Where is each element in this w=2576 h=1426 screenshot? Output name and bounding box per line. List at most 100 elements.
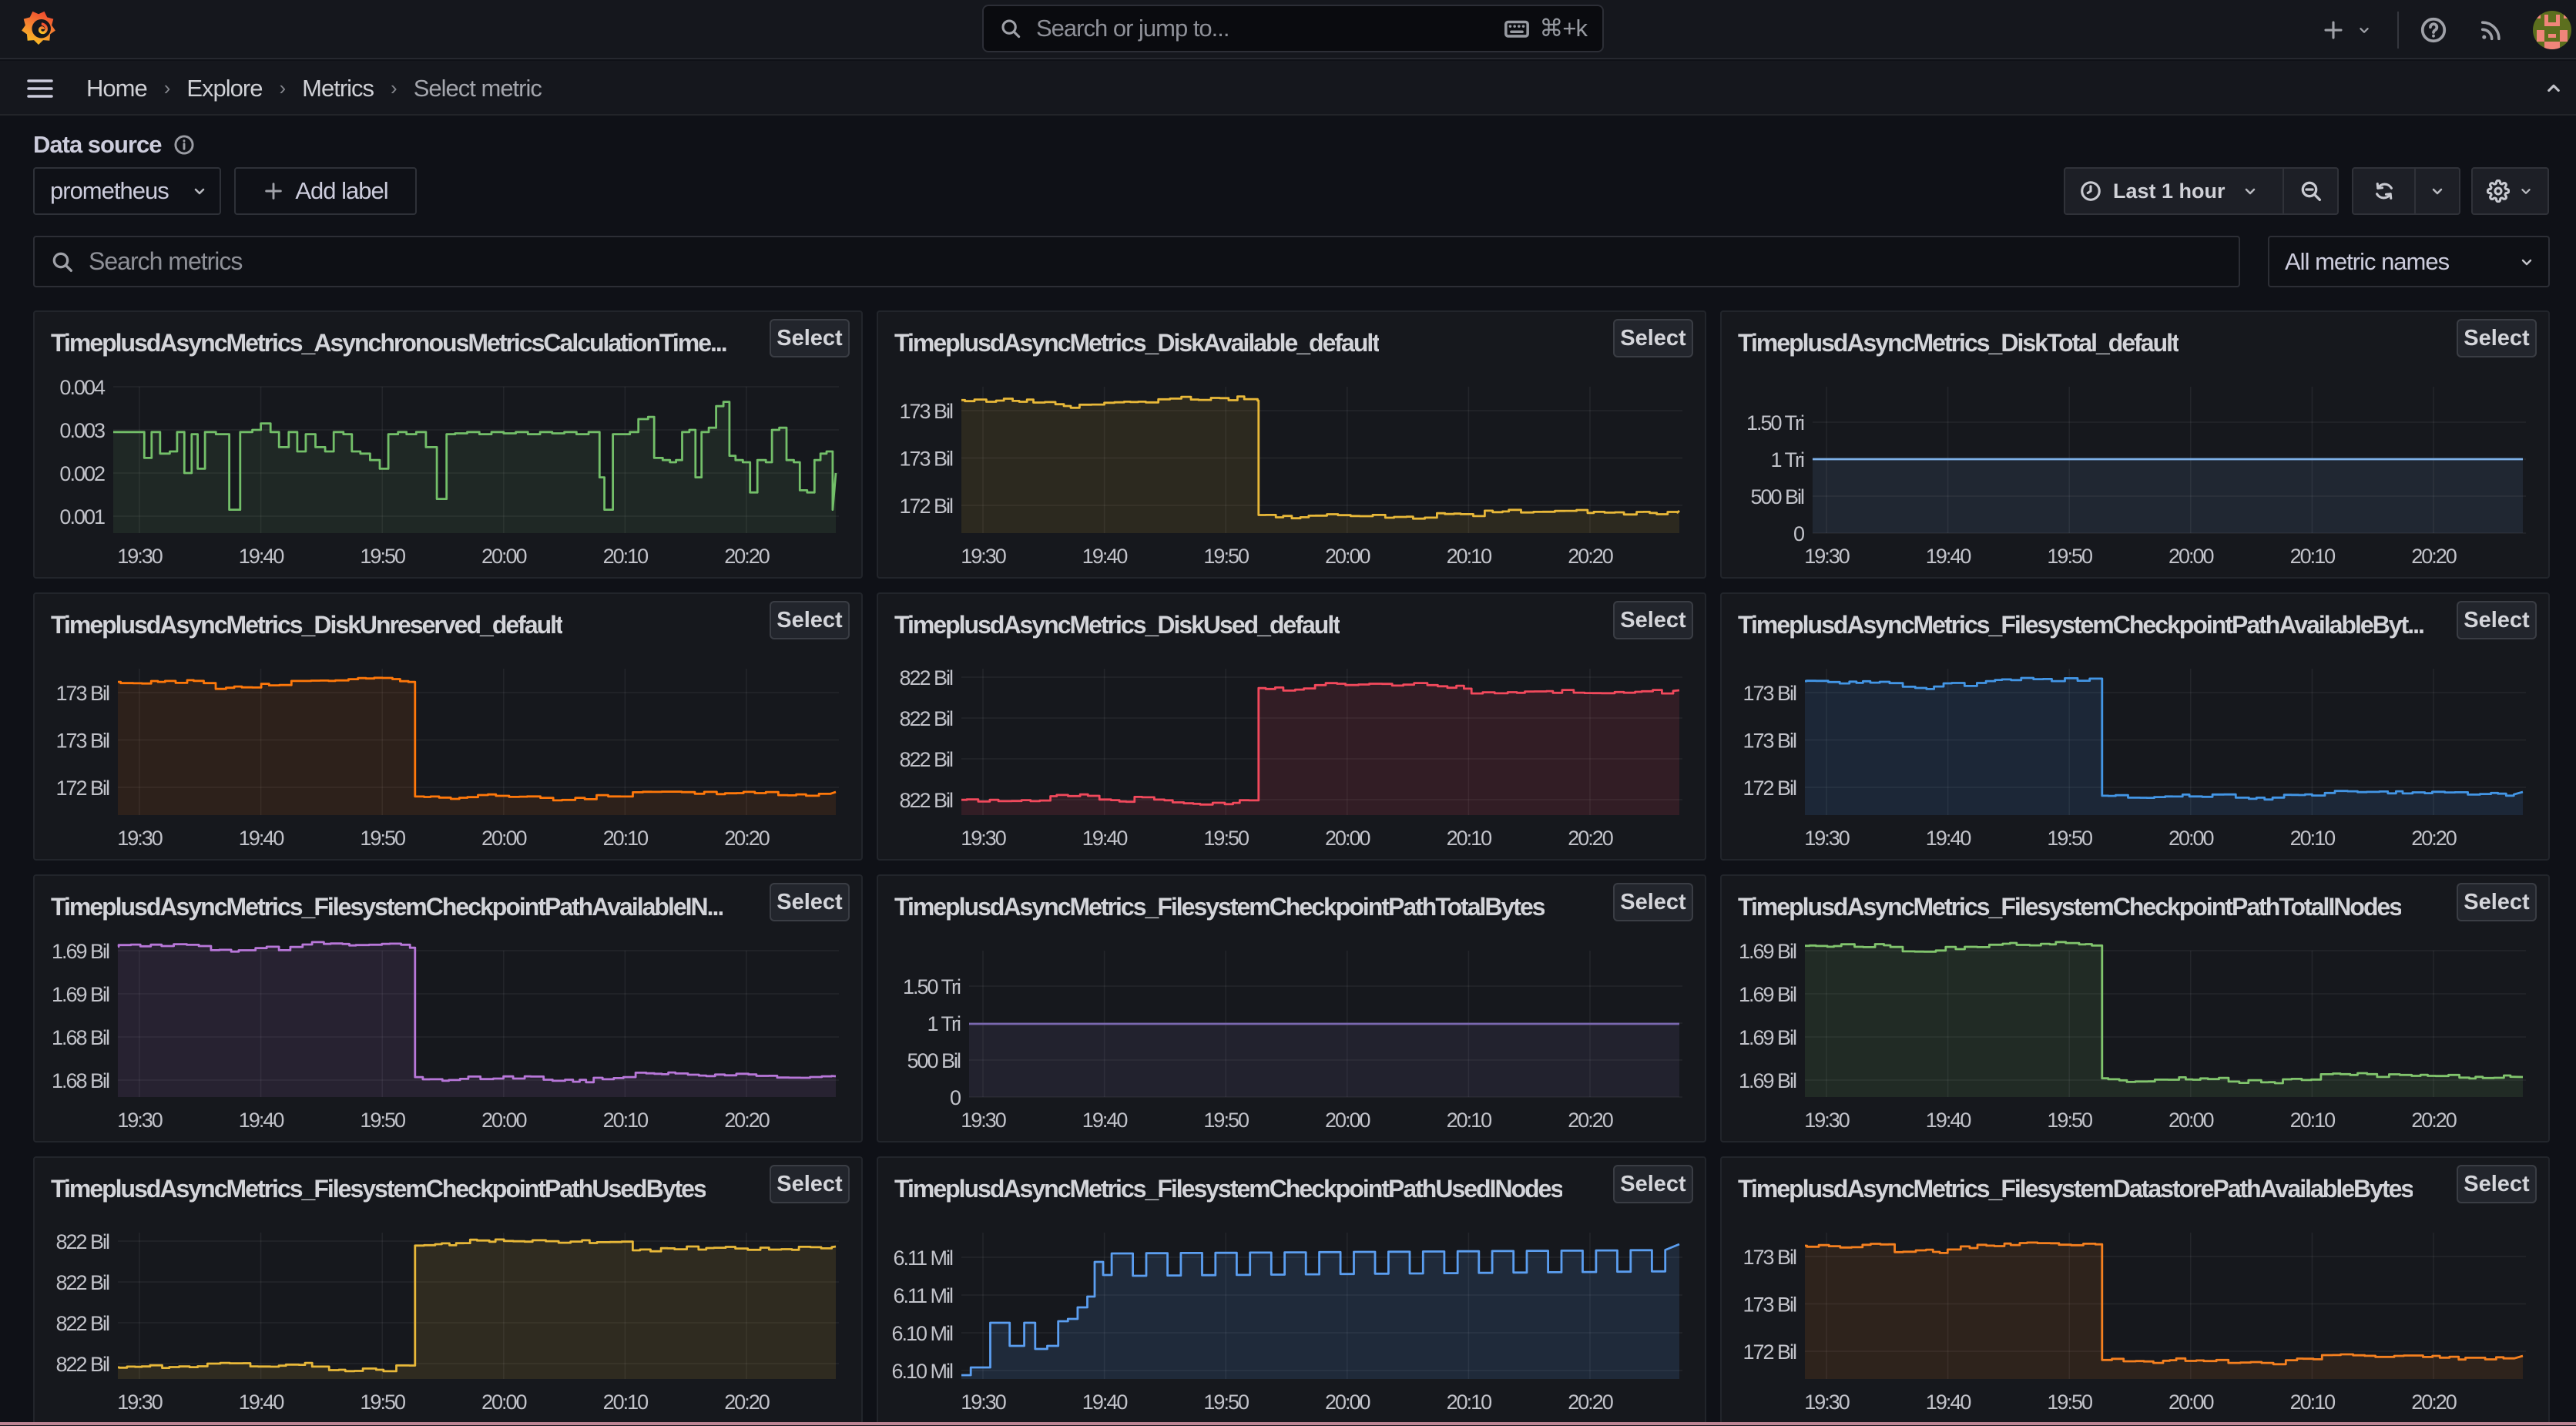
svg-text:19:50: 19:50 [2047, 1391, 2092, 1414]
svg-text:1.69 Bil: 1.69 Bil [52, 983, 109, 1006]
svg-text:1.69 Bil: 1.69 Bil [1739, 983, 1796, 1006]
svg-text:19:40: 19:40 [239, 827, 284, 850]
svg-text:822 Bil: 822 Bil [55, 1353, 109, 1376]
svg-text:20:10: 20:10 [2290, 545, 2336, 568]
svg-text:19:40: 19:40 [239, 1109, 284, 1132]
svg-text:20:10: 20:10 [1447, 827, 1492, 850]
svg-text:19:40: 19:40 [1926, 1391, 1971, 1414]
svg-text:0: 0 [950, 1086, 961, 1109]
svg-text:20:20: 20:20 [724, 1391, 770, 1414]
svg-text:19:40: 19:40 [1082, 545, 1128, 568]
svg-text:1.50 Tri: 1.50 Tri [1746, 411, 1804, 435]
svg-text:173 Bil: 173 Bil [1742, 1293, 1796, 1317]
svg-text:822 Bil: 822 Bil [55, 1312, 109, 1335]
svg-text:19:40: 19:40 [1082, 1391, 1128, 1414]
svg-text:0.002: 0.002 [59, 462, 105, 485]
svg-text:20:20: 20:20 [1568, 1109, 1613, 1132]
svg-text:20:20: 20:20 [1568, 1391, 1613, 1414]
svg-text:19:50: 19:50 [1203, 827, 1249, 850]
svg-text:20:10: 20:10 [2290, 827, 2336, 850]
svg-text:6.11 Mil: 6.11 Mil [893, 1246, 953, 1270]
svg-text:20:00: 20:00 [481, 827, 527, 850]
svg-text:19:30: 19:30 [1804, 545, 1850, 568]
svg-text:19:40: 19:40 [239, 545, 284, 568]
svg-text:19:50: 19:50 [2047, 1109, 2092, 1132]
svg-text:6.11 Mil: 6.11 Mil [893, 1284, 953, 1307]
svg-text:20:20: 20:20 [2411, 827, 2457, 850]
svg-text:19:50: 19:50 [360, 827, 405, 850]
svg-text:19:40: 19:40 [239, 1391, 284, 1414]
svg-text:173 Bil: 173 Bil [55, 682, 109, 705]
svg-text:0: 0 [1793, 522, 1804, 545]
svg-text:20:10: 20:10 [1447, 1391, 1492, 1414]
svg-text:19:30: 19:30 [117, 1391, 163, 1414]
svg-text:822 Bil: 822 Bil [899, 707, 953, 730]
svg-text:19:40: 19:40 [1926, 827, 1971, 850]
svg-text:172 Bil: 172 Bil [1742, 777, 1796, 800]
svg-text:19:30: 19:30 [117, 545, 163, 568]
svg-text:20:00: 20:00 [481, 1391, 527, 1414]
svg-text:20:20: 20:20 [724, 827, 770, 850]
svg-text:20:10: 20:10 [1447, 1109, 1492, 1132]
svg-text:0.004: 0.004 [59, 376, 106, 399]
svg-text:19:50: 19:50 [360, 1391, 405, 1414]
svg-text:0.001: 0.001 [59, 505, 105, 528]
svg-text:173 Bil: 173 Bil [1742, 1246, 1796, 1269]
svg-text:20:10: 20:10 [603, 1109, 649, 1132]
svg-text:19:50: 19:50 [2047, 827, 2092, 850]
svg-text:1 Tri: 1 Tri [927, 1012, 961, 1035]
svg-text:20:10: 20:10 [603, 827, 649, 850]
svg-text:6.10 Mil: 6.10 Mil [891, 1360, 953, 1383]
svg-text:20:20: 20:20 [2411, 545, 2457, 568]
svg-text:19:30: 19:30 [117, 1109, 163, 1132]
svg-text:20:00: 20:00 [1325, 1109, 1370, 1132]
svg-text:20:20: 20:20 [724, 545, 770, 568]
svg-text:20:00: 20:00 [1325, 1391, 1370, 1414]
svg-text:19:30: 19:30 [961, 1391, 1006, 1414]
svg-text:20:20: 20:20 [1568, 545, 1613, 568]
svg-text:1.68 Bil: 1.68 Bil [52, 1069, 109, 1092]
svg-text:822 Bil: 822 Bil [899, 748, 953, 771]
svg-text:1.69 Bil: 1.69 Bil [1739, 1026, 1796, 1049]
svg-text:19:30: 19:30 [1804, 1109, 1850, 1132]
svg-text:1.69 Bil: 1.69 Bil [1739, 940, 1796, 963]
svg-text:20:10: 20:10 [1447, 545, 1492, 568]
svg-text:173 Bil: 173 Bil [1742, 682, 1796, 705]
svg-text:20:00: 20:00 [2168, 827, 2214, 850]
svg-text:1.50 Tri: 1.50 Tri [903, 975, 961, 998]
svg-text:20:00: 20:00 [2168, 1391, 2214, 1414]
svg-text:173 Bil: 173 Bil [899, 448, 953, 471]
svg-text:822 Bil: 822 Bil [55, 1271, 109, 1294]
svg-text:6.10 Mil: 6.10 Mil [891, 1322, 953, 1345]
svg-text:19:40: 19:40 [1082, 1109, 1128, 1132]
svg-text:20:10: 20:10 [603, 1391, 649, 1414]
svg-text:20:00: 20:00 [481, 1109, 527, 1132]
svg-text:1 Tri: 1 Tri [1770, 448, 1804, 471]
svg-text:1.69 Bil: 1.69 Bil [52, 940, 109, 963]
svg-text:20:00: 20:00 [1325, 545, 1370, 568]
svg-text:20:20: 20:20 [2411, 1109, 2457, 1132]
svg-text:500 Bil: 500 Bil [1750, 485, 1804, 508]
svg-text:20:00: 20:00 [1325, 827, 1370, 850]
svg-text:1.68 Bil: 1.68 Bil [52, 1026, 109, 1049]
svg-text:20:00: 20:00 [2168, 1109, 2214, 1132]
svg-text:19:40: 19:40 [1926, 1109, 1971, 1132]
svg-text:173 Bil: 173 Bil [1742, 730, 1796, 753]
svg-text:0.003: 0.003 [59, 419, 105, 442]
svg-text:19:30: 19:30 [961, 545, 1006, 568]
svg-text:172 Bil: 172 Bil [1742, 1340, 1796, 1364]
svg-text:20:10: 20:10 [2290, 1109, 2336, 1132]
svg-text:19:30: 19:30 [961, 1109, 1006, 1132]
svg-text:172 Bil: 172 Bil [899, 495, 953, 518]
svg-text:19:50: 19:50 [2047, 545, 2092, 568]
svg-text:822 Bil: 822 Bil [899, 666, 953, 690]
svg-text:173 Bil: 173 Bil [899, 400, 953, 423]
svg-text:19:50: 19:50 [360, 545, 405, 568]
svg-text:19:30: 19:30 [117, 827, 163, 850]
svg-text:19:40: 19:40 [1926, 545, 1971, 568]
svg-text:20:20: 20:20 [724, 1109, 770, 1132]
svg-text:19:50: 19:50 [1203, 1391, 1249, 1414]
svg-text:822 Bil: 822 Bil [55, 1230, 109, 1253]
svg-text:19:50: 19:50 [1203, 545, 1249, 568]
svg-text:19:30: 19:30 [961, 827, 1006, 850]
